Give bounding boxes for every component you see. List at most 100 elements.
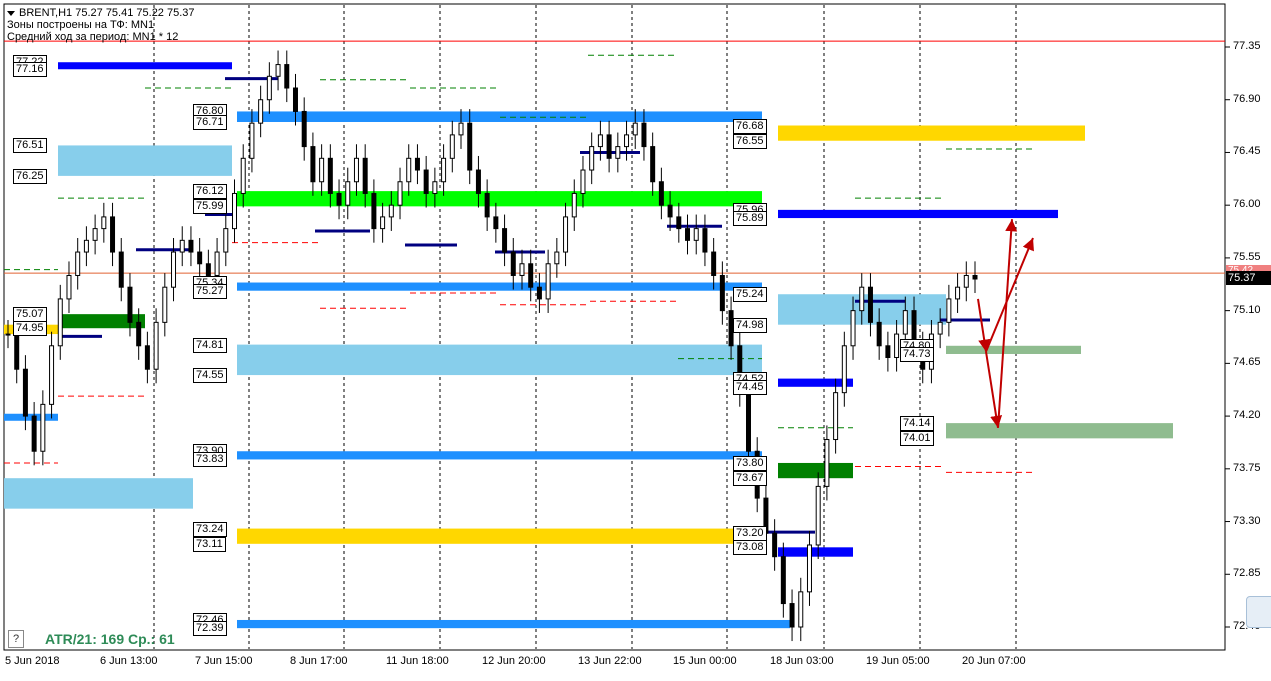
candle-body bbox=[292, 87, 298, 112]
zone-73-24 bbox=[237, 528, 762, 544]
level-price-label: 73.80 bbox=[733, 455, 767, 471]
candle-body bbox=[49, 345, 55, 405]
candle-body bbox=[458, 122, 464, 136]
candle-body bbox=[83, 239, 89, 253]
zone-74-80 bbox=[946, 345, 1081, 354]
price-tick-label: 73.30 bbox=[1233, 514, 1261, 527]
candle-body bbox=[789, 603, 795, 628]
chart-window[interactable]: BRENT,H1 75.27 75.41 75.22 75.37 Зоны по… bbox=[0, 0, 1271, 676]
candle-body bbox=[597, 134, 603, 148]
candle-body bbox=[266, 75, 272, 101]
candle-body bbox=[31, 415, 37, 452]
candle-body bbox=[449, 134, 455, 159]
candle-body bbox=[301, 110, 307, 148]
time-tick-label: 19 Jun 05:00 bbox=[866, 655, 930, 667]
zone-77-22 bbox=[58, 62, 232, 70]
candle-body bbox=[66, 274, 72, 300]
help-button[interactable]: ? bbox=[8, 630, 24, 648]
candle-body bbox=[153, 321, 159, 370]
level-price-label: 73.20 bbox=[733, 526, 767, 542]
candle-body bbox=[118, 251, 124, 288]
zone-73-80 bbox=[778, 462, 853, 479]
candle-body bbox=[502, 228, 508, 253]
candle-body bbox=[240, 157, 246, 194]
candle-body bbox=[571, 192, 577, 218]
candle-body bbox=[345, 181, 351, 206]
candle-body bbox=[14, 333, 20, 370]
zone-74-22 bbox=[4, 413, 58, 421]
candle-body bbox=[615, 146, 621, 159]
level-price-label: 74.45 bbox=[733, 379, 767, 395]
candle-body bbox=[162, 286, 168, 323]
candle-body bbox=[205, 263, 211, 276]
candle-body bbox=[441, 157, 447, 183]
candle-body bbox=[580, 169, 586, 194]
price-tick-label: 76.45 bbox=[1233, 145, 1261, 158]
level-price-label: 74.81 bbox=[193, 337, 227, 353]
time-tick-label: 13 Jun 22:00 bbox=[578, 655, 642, 667]
level-price-label: 75.99 bbox=[193, 199, 227, 215]
zone-75-34 bbox=[237, 282, 762, 291]
candle-body bbox=[249, 122, 255, 159]
level-price-label: 74.95 bbox=[13, 321, 47, 337]
level-price-label: 75.24 bbox=[733, 287, 767, 303]
candle-body bbox=[75, 251, 81, 276]
time-tick-label: 15 Jun 00:00 bbox=[673, 655, 737, 667]
candle-body bbox=[353, 157, 359, 183]
candle-body bbox=[545, 263, 551, 300]
candle-body bbox=[641, 122, 647, 148]
zone-74-14 bbox=[946, 423, 1173, 439]
level-price-label: 76.12 bbox=[193, 184, 227, 200]
candle-body bbox=[197, 251, 203, 265]
price-chart[interactable] bbox=[0, 0, 1271, 676]
candle-body bbox=[510, 251, 516, 276]
candle-body bbox=[258, 99, 264, 124]
zones-note: Зоны построены на ТФ: MN1 bbox=[7, 19, 155, 31]
candle-body bbox=[414, 157, 420, 171]
candle-body bbox=[22, 368, 28, 417]
collapse-triangle-icon[interactable] bbox=[7, 10, 15, 16]
price-axis[interactable]: 77.35 76.90 76.45 76.00 75.55 75.10 74.65 74.20… bbox=[1225, 0, 1271, 650]
candle-body bbox=[772, 532, 778, 558]
candle-body bbox=[589, 146, 595, 171]
candle-body bbox=[632, 122, 638, 136]
candle-body bbox=[806, 544, 812, 593]
zone-72-46 bbox=[237, 619, 790, 629]
level-price-label: 76.51 bbox=[13, 138, 47, 154]
candle-body bbox=[423, 169, 429, 194]
candle-body bbox=[650, 146, 656, 183]
candle-body bbox=[841, 345, 847, 394]
level-price-label: 74.14 bbox=[900, 416, 934, 432]
level-price-label: 74.73 bbox=[900, 346, 934, 362]
zone-73-08 bbox=[778, 547, 853, 557]
zone-73-67 bbox=[4, 478, 193, 509]
candle-body bbox=[92, 228, 98, 241]
level-price-label: 74.98 bbox=[733, 317, 767, 333]
candle-body bbox=[179, 239, 185, 253]
time-tick-label: 12 Jun 20:00 bbox=[482, 655, 546, 667]
candle-body bbox=[780, 556, 786, 605]
zone-76-80 bbox=[237, 111, 762, 122]
candle-body bbox=[136, 321, 142, 347]
candle-body bbox=[563, 216, 569, 253]
candle-body bbox=[362, 157, 368, 194]
price-tick-label: 72.85 bbox=[1233, 567, 1261, 580]
candle-body bbox=[232, 192, 238, 230]
candle-body bbox=[815, 485, 821, 546]
symbol-line: BRENT,H1 75.27 75.41 75.22 75.37 bbox=[7, 7, 195, 19]
time-tick-label: 11 Jun 18:00 bbox=[386, 655, 449, 667]
candle-body bbox=[284, 64, 290, 89]
candle-body bbox=[624, 134, 630, 148]
candle-body bbox=[676, 216, 682, 230]
zone-76-68 bbox=[778, 125, 1085, 141]
side-panel-tab[interactable] bbox=[1246, 596, 1271, 628]
level-price-label: 77.16 bbox=[13, 62, 47, 78]
level-price-label: 73.08 bbox=[733, 540, 767, 556]
time-axis[interactable]: 5 Jun 2018 6 Jun 13:00 7 Jun 15:00 8 Jun 17… bbox=[0, 651, 1225, 676]
candle-body bbox=[275, 64, 281, 77]
zone-76-51 bbox=[58, 145, 232, 176]
candle-body bbox=[101, 216, 107, 230]
time-tick-label: 7 Jun 15:00 bbox=[195, 655, 253, 667]
candle-body bbox=[388, 204, 394, 218]
price-tick-label: 74.20 bbox=[1233, 409, 1261, 422]
